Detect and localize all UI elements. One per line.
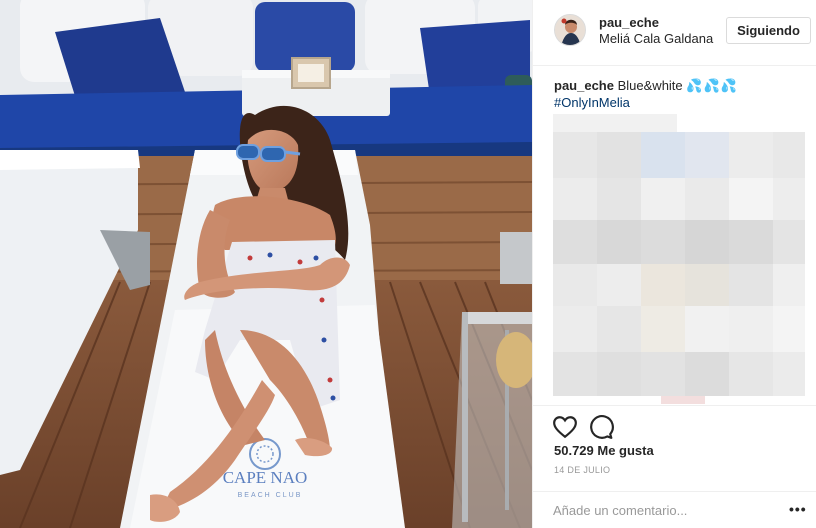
blurred-comments xyxy=(553,114,805,404)
towel-logo-text: CAPE NAO xyxy=(223,468,308,487)
more-options-icon[interactable]: ••• xyxy=(789,501,807,517)
comment-bar: ••• xyxy=(533,491,816,528)
post-date[interactable]: 14 DE JULIO xyxy=(554,465,610,475)
hashtag-link[interactable]: #OnlyInMelia xyxy=(554,94,804,111)
comment-icon[interactable] xyxy=(588,414,614,440)
header-location[interactable]: Meliá Cala Galdana xyxy=(599,31,719,46)
comment-input[interactable] xyxy=(553,501,783,519)
caption: pau_eche Blue&white 💦💦💦 #OnlyInMelia xyxy=(554,77,804,111)
post-panel: pau_eche Meliá Cala Galdana Siguiendo pa… xyxy=(532,0,816,528)
likes-count[interactable]: 50.729 Me gusta xyxy=(554,443,654,458)
avatar[interactable] xyxy=(554,14,586,46)
heart-icon[interactable] xyxy=(552,414,578,440)
towel-sublogo-text: BEACH CLUB xyxy=(238,492,303,499)
post-actions: 50.729 Me gusta 14 DE JULIO ••• xyxy=(533,405,816,521)
caption-username[interactable]: pau_eche xyxy=(554,78,614,93)
following-button[interactable]: Siguiendo xyxy=(726,17,811,44)
post-photo-image: CAPE NAO BEACH CLUB xyxy=(0,0,532,528)
caption-text: Blue&white xyxy=(617,78,683,93)
avatar-image xyxy=(555,15,585,45)
header-username[interactable]: pau_eche xyxy=(599,15,659,30)
post-header: pau_eche Meliá Cala Galdana Siguiendo xyxy=(533,0,816,66)
post-photo[interactable]: CAPE NAO BEACH CLUB xyxy=(0,0,532,528)
caption-emoji: 💦💦💦 xyxy=(686,78,738,93)
